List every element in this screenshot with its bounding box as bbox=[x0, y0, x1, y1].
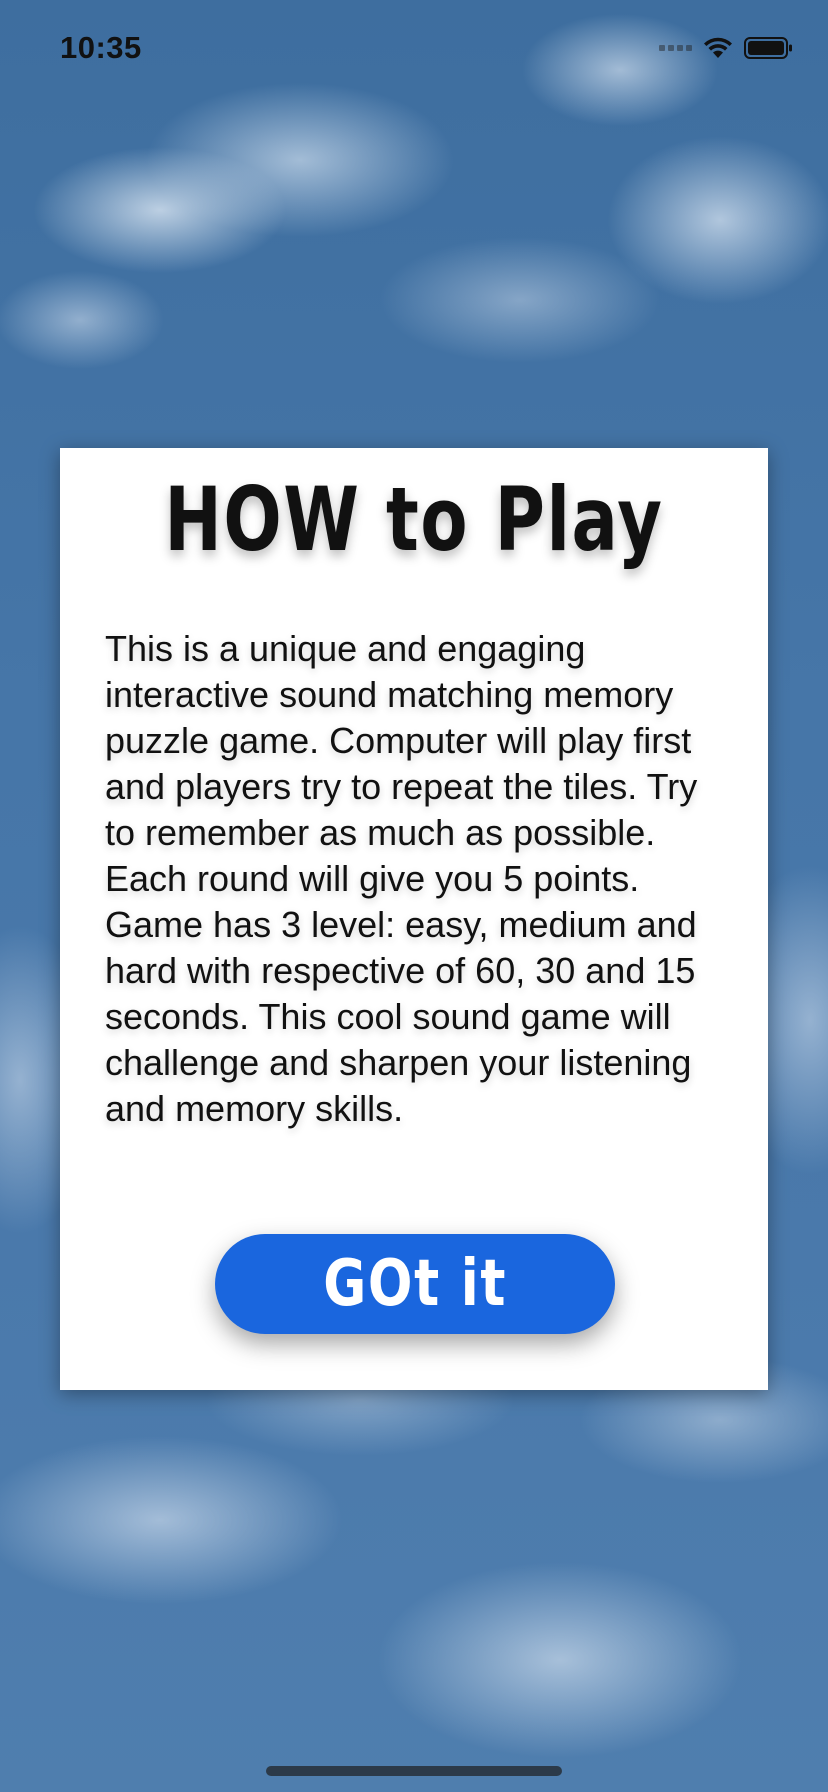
dialog-body-text: This is a unique and engaging interactiv… bbox=[105, 628, 698, 1129]
wifi-icon bbox=[704, 37, 732, 58]
status-bar: 10:35 bbox=[0, 0, 828, 100]
status-time: 10:35 bbox=[60, 30, 142, 65]
dialog-title: HOW to Play bbox=[164, 468, 664, 571]
status-icons bbox=[659, 36, 794, 60]
home-indicator[interactable] bbox=[266, 1766, 562, 1776]
got-it-button-label: GOt it bbox=[323, 1247, 507, 1321]
how-to-play-dialog: HOW to Play This is a unique and engagin… bbox=[60, 448, 768, 1390]
signal-icon bbox=[659, 45, 692, 51]
got-it-button[interactable]: GOt it bbox=[215, 1234, 615, 1334]
battery-icon bbox=[744, 37, 792, 59]
